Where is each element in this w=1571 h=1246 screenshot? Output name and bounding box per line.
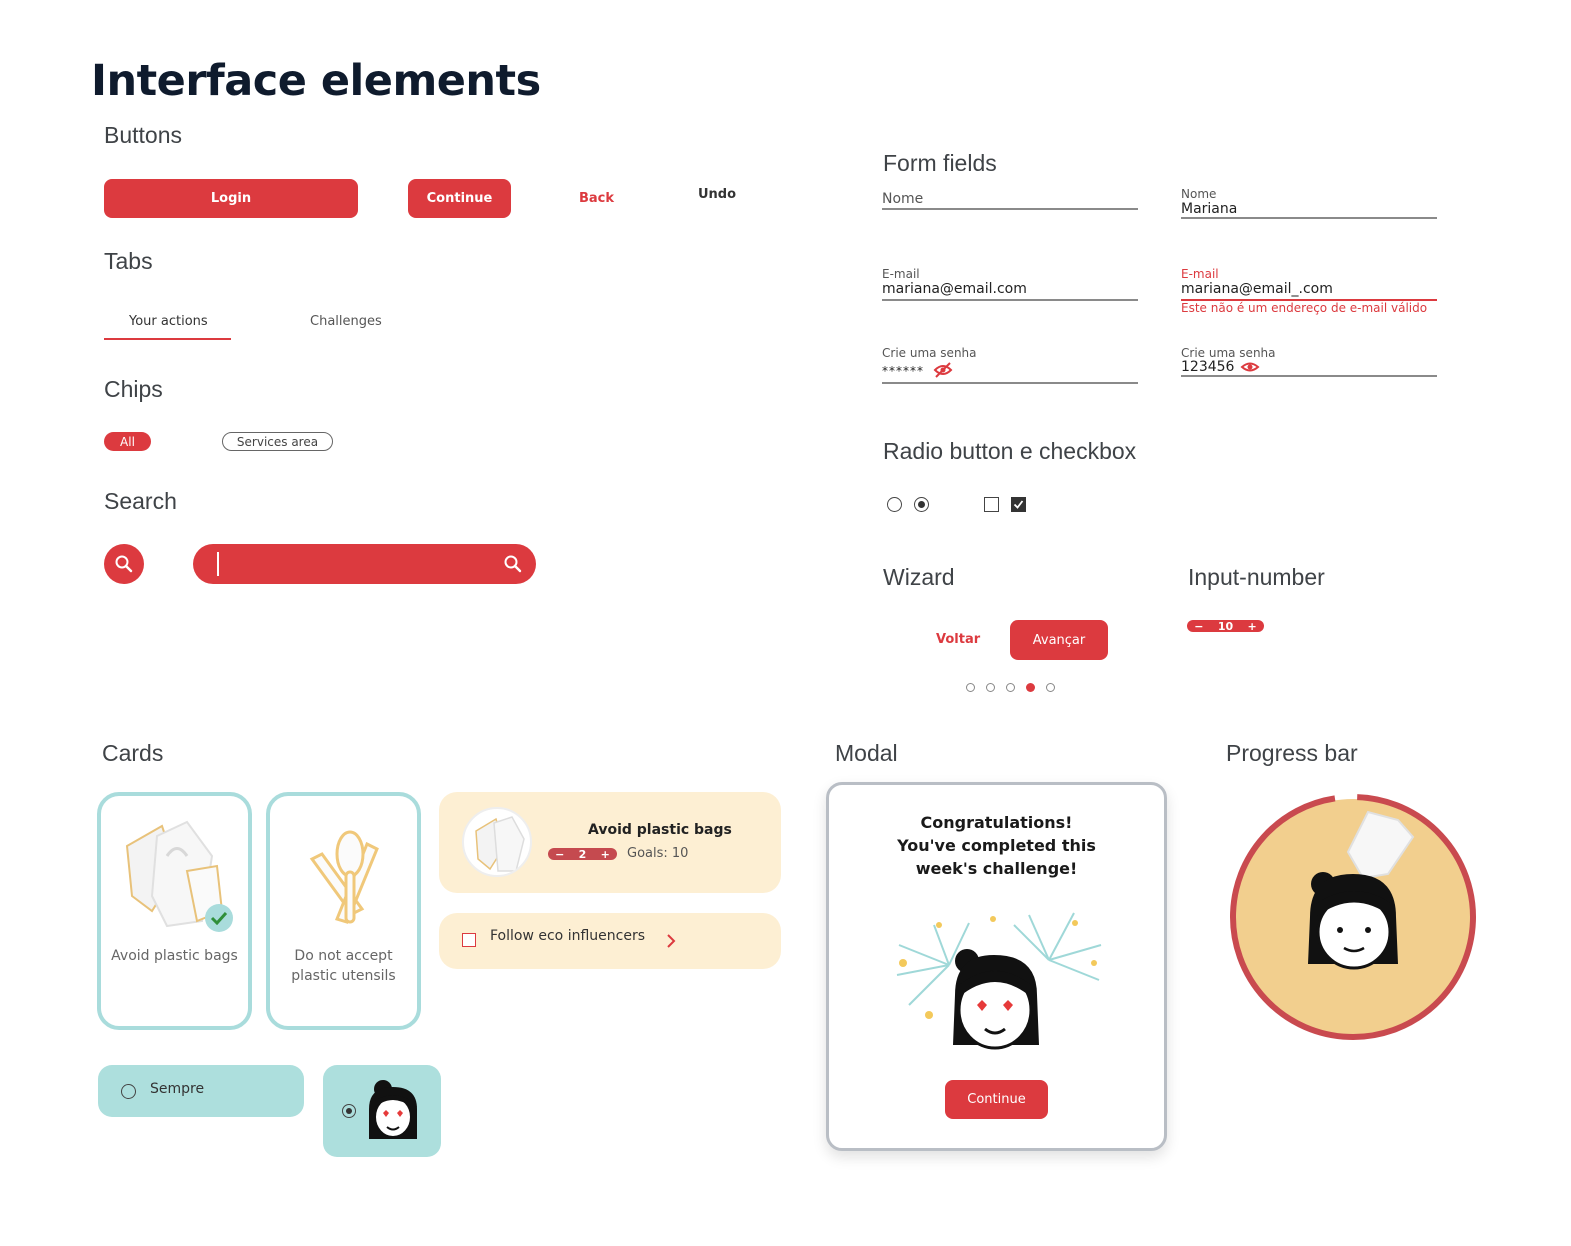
card-title: Avoid plastic bags [588,822,732,838]
circular-progress [1230,794,1476,1041]
plus-button[interactable]: + [601,848,610,861]
tabs-heading: Tabs [104,248,153,274]
modal-continue-button[interactable]: Continue [945,1080,1048,1119]
option-card-sempre[interactable]: Sempre [98,1065,304,1117]
wizard-step-dot [966,683,975,692]
avatar-heart-eyes-icon [369,1080,417,1139]
continue-button[interactable]: Continue [408,179,511,218]
email-error-message: Este não é um endereço de e-mail válido [1181,301,1428,315]
nome-label: Nome [1181,187,1217,201]
chips-heading: Chips [104,376,163,402]
search-icon [504,555,522,573]
card-label: Avoid plastic bags [111,948,238,964]
list-item-card[interactable]: Follow eco influencers [439,913,781,969]
checkbox-unchecked[interactable] [984,497,999,512]
wizard-heading: Wizard [883,564,955,590]
email-error-value[interactable]: mariana@email_.com [1181,281,1333,297]
password-label-2: Crie uma senha [1181,346,1276,360]
cards-heading: Cards [102,740,164,766]
action-card-plastic-utensils[interactable]: Do not accept plastic utensils [266,792,421,1030]
wizard-back-button[interactable]: Voltar [936,632,980,647]
password-masked-value[interactable]: ****** [882,364,924,378]
password-visible-value[interactable]: 123456 [1181,359,1234,375]
check-icon [210,911,228,925]
buttons-heading: Buttons [104,122,182,148]
modal-dialog: Congratulations! You've completed this w… [826,782,1167,1151]
wizard-step-dot [986,683,995,692]
avatar-option-card[interactable] [323,1065,441,1157]
quantity-stepper[interactable]: − 10 + [1187,619,1264,633]
login-button[interactable]: Login [104,179,358,218]
email-error-label: E-mail [1181,267,1219,281]
action-card-plastic-bags[interactable]: Avoid plastic bags [97,792,252,1030]
check-badge [205,904,233,932]
plastic-utensils-icon [309,830,379,924]
email-value[interactable]: mariana@email.com [882,281,1027,297]
radio-checkbox-heading: Radio button e checkbox [883,438,1137,464]
search-heading: Search [104,488,177,514]
minus-button[interactable]: − [1194,620,1203,633]
celebration-illustration [896,912,1102,1050]
text-cursor [217,552,219,576]
progress-heading: Progress bar [1226,740,1358,766]
list-item-label: Follow eco influencers [490,928,645,944]
input-number-heading: Input-number [1188,564,1325,590]
radio-checked[interactable] [914,497,929,512]
chip-all[interactable]: All [104,432,151,451]
modal-heading: Modal [835,740,898,766]
action-card-wide[interactable]: Avoid plastic bags − 2 + Goals: 10 [439,792,781,893]
form-heading: Form fields [883,150,997,176]
checkbox-unchecked[interactable] [462,933,476,947]
password-label: Crie uma senha [882,346,977,360]
email-field[interactable] [882,299,1138,301]
eye-icon[interactable] [1240,360,1260,374]
search-icon [115,555,133,573]
quantity-value: 10 [1217,619,1234,633]
search-input[interactable] [193,544,536,584]
tab-your-actions[interactable]: Your actions [129,314,208,329]
card-label: Do not accept plastic utensils [291,948,396,984]
option-label: Sempre [150,1081,205,1097]
nome-value[interactable]: Mariana [1181,201,1237,217]
card-avatar [462,807,532,877]
search-button[interactable] [104,544,144,584]
wizard-step-dot [1046,683,1055,692]
checkbox-checked[interactable] [1011,497,1026,512]
chevron-right-icon[interactable] [665,933,677,949]
page-title: Interface elements [91,56,541,106]
active-tab-indicator [104,338,231,340]
modal-message: Congratulations! You've completed this w… [897,813,1096,878]
quantity-stepper[interactable]: − 2 + [548,847,617,861]
tab-challenges[interactable]: Challenges [310,314,382,329]
plus-button[interactable]: + [1248,620,1257,633]
radio-checked[interactable] [342,1104,356,1118]
wizard-step-dot [1006,683,1015,692]
goals-text: Goals: 10 [627,846,689,861]
radio-unchecked[interactable] [121,1084,136,1099]
password-field[interactable] [882,382,1138,384]
back-button[interactable]: Back [579,191,614,206]
minus-button[interactable]: − [555,848,564,861]
undo-button[interactable]: Undo [698,187,736,202]
quantity-value: 2 [578,847,587,861]
radio-unchecked[interactable] [887,497,902,512]
nome-filled-field[interactable] [1181,217,1437,219]
password-visible-field[interactable] [1181,375,1437,377]
nome-placeholder: Nome [882,191,924,207]
plastic-bags-icon [475,816,525,872]
wizard-next-button[interactable]: Avançar [1010,620,1108,660]
wizard-step-dot-active [1026,683,1035,692]
check-icon [1013,500,1024,509]
eye-off-icon[interactable] [933,362,953,378]
chip-services-area[interactable]: Services area [222,432,333,451]
nome-field[interactable] [882,208,1138,210]
email-label: E-mail [882,267,920,281]
